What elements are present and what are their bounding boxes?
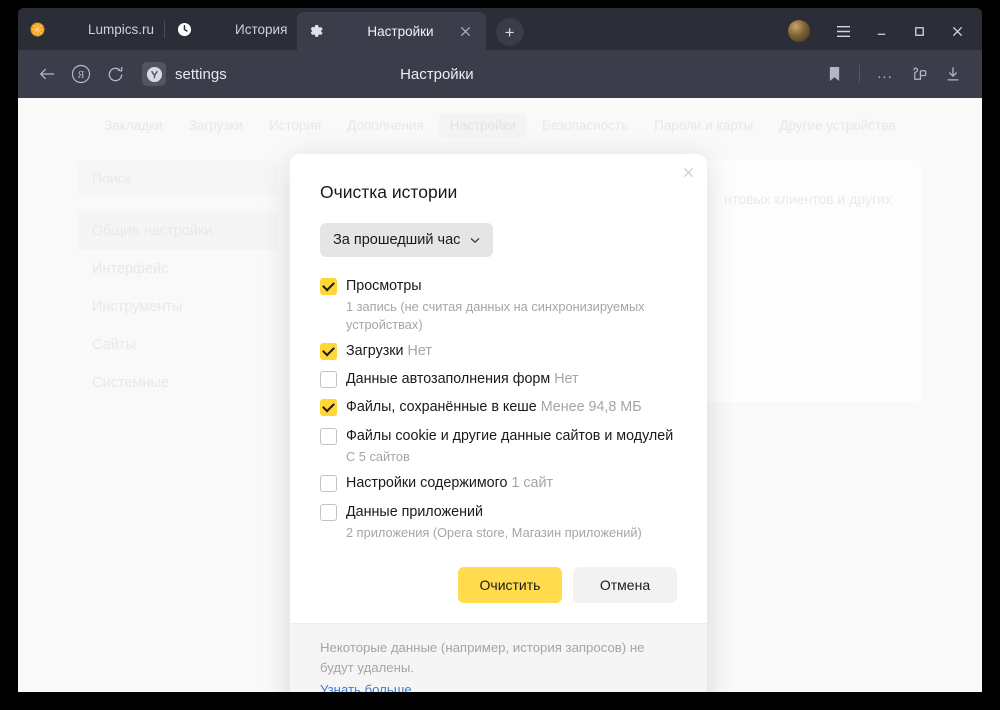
option-cached-files[interactable]: Файлы, сохранённые в кеше Менее 94,8 МБ [320, 398, 677, 417]
window-controls [788, 16, 982, 46]
tab-history[interactable]: История [165, 8, 297, 50]
tab-strip: Lumpics.ru История Настройки + [18, 8, 982, 50]
option-meta: 1 сайт [511, 475, 553, 492]
footer-note: Некоторые данные (например, история запр… [320, 640, 645, 675]
option-label: Загрузки [346, 342, 404, 359]
option-label: Просмотры [346, 278, 422, 294]
address-bar-actions: ... [817, 57, 970, 91]
option-label: Настройки содержимого [346, 475, 508, 492]
dialog-body: Очистка истории За прошедший час Просмот… [290, 154, 707, 623]
bookmark-icon[interactable] [817, 57, 851, 91]
divider [859, 65, 860, 83]
dialog-footer: Некоторые данные (например, история запр… [290, 623, 707, 692]
chevron-down-icon [470, 237, 480, 244]
downloads-icon[interactable] [936, 57, 970, 91]
option-sub: 2 приложения (Opera store, Магазин прило… [346, 524, 642, 540]
browser-menu-button[interactable] [824, 16, 862, 46]
yandex-home-button[interactable]: Я [64, 57, 98, 91]
browser-window: Lumpics.ru История Настройки + Я setting… [18, 8, 982, 692]
minimize-button[interactable] [862, 16, 900, 46]
clear-button[interactable]: Очистить [458, 567, 562, 604]
dialog-actions: Очистить Отмена [320, 567, 677, 604]
option-browsing-history[interactable]: Просмотры 1 запись (не считая данных на … [320, 277, 677, 333]
cancel-button-label: Отмена [599, 577, 651, 594]
checkbox-checked-icon[interactable] [320, 278, 337, 295]
window-close-button[interactable] [938, 16, 976, 46]
checkbox-unchecked-icon[interactable] [320, 371, 337, 389]
close-icon[interactable] [456, 21, 476, 41]
checkbox-unchecked-icon[interactable] [320, 503, 337, 521]
reload-button[interactable] [98, 57, 132, 91]
settings-page: Закладки Загрузки История Дополнения Нас… [18, 98, 982, 692]
address-bar: Я settings Настройки ... [18, 50, 982, 98]
svg-text:Я: Я [78, 70, 85, 81]
clear-history-dialog: Очистка истории За прошедший час Просмот… [290, 154, 707, 692]
period-value: За прошедший час [333, 232, 461, 248]
plus-icon: + [504, 22, 515, 42]
tab-label: История [235, 21, 288, 37]
option-meta: Нет [407, 342, 432, 359]
close-icon[interactable] [677, 161, 699, 183]
checkbox-checked-icon[interactable] [320, 342, 337, 360]
option-label: Файлы cookie и другие данные сайтов и мо… [346, 427, 674, 444]
dialog-title: Очистка истории [320, 182, 458, 202]
option-content-settings[interactable]: Настройки содержимого 1 сайт [320, 474, 677, 493]
page-title: Настройки [400, 65, 474, 83]
checkbox-unchecked-icon[interactable] [320, 475, 337, 493]
more-actions-button[interactable]: ... [868, 57, 902, 91]
new-tab-button[interactable]: + [495, 18, 524, 46]
gear-icon [307, 22, 325, 40]
site-favicon-badge [142, 62, 166, 86]
tab-label: Настройки [367, 23, 434, 39]
option-label: Файлы, сохранённые в кеше [346, 399, 537, 416]
option-meta: Менее 94,8 МБ [540, 399, 642, 416]
option-meta: Нет [554, 371, 579, 388]
clock-icon [175, 20, 193, 38]
option-app-data[interactable]: Данные приложений 2 приложения (Opera st… [320, 503, 677, 542]
avatar[interactable] [788, 20, 810, 42]
maximize-button[interactable] [900, 16, 938, 46]
option-sub: С 5 сайтов [346, 449, 410, 465]
option-autofill[interactable]: Данные автозаполнения форм Нет [320, 370, 677, 389]
url-text: settings [175, 65, 227, 83]
option-downloads[interactable]: Загрузки Нет [320, 342, 677, 361]
option-sub: 1 запись (не считая данных на синхронизи… [346, 299, 645, 332]
tab-settings[interactable]: Настройки [297, 12, 486, 50]
option-cookies[interactable]: Файлы cookie и другие данные сайтов и мо… [320, 427, 677, 466]
clear-button-label: Очистить [479, 577, 541, 594]
checkbox-unchecked-icon[interactable] [320, 427, 337, 445]
tab-lumpics[interactable]: Lumpics.ru [18, 8, 164, 50]
period-dropdown[interactable]: За прошедший час [320, 223, 494, 257]
tab-label: Lumpics.ru [88, 21, 155, 37]
options-list: Просмотры 1 запись (не считая данных на … [320, 277, 677, 541]
url-zone[interactable]: settings [142, 62, 227, 86]
orange-favicon-icon [28, 20, 46, 38]
collections-icon[interactable] [902, 57, 936, 91]
learn-more-link[interactable]: Узнать больше [320, 680, 677, 692]
option-label: Данные автозаполнения форм [346, 371, 551, 388]
cancel-button[interactable]: Отмена [573, 567, 677, 604]
back-button[interactable] [30, 57, 64, 91]
option-label: Данные приложений [346, 503, 483, 520]
checkbox-checked-icon[interactable] [320, 399, 337, 417]
